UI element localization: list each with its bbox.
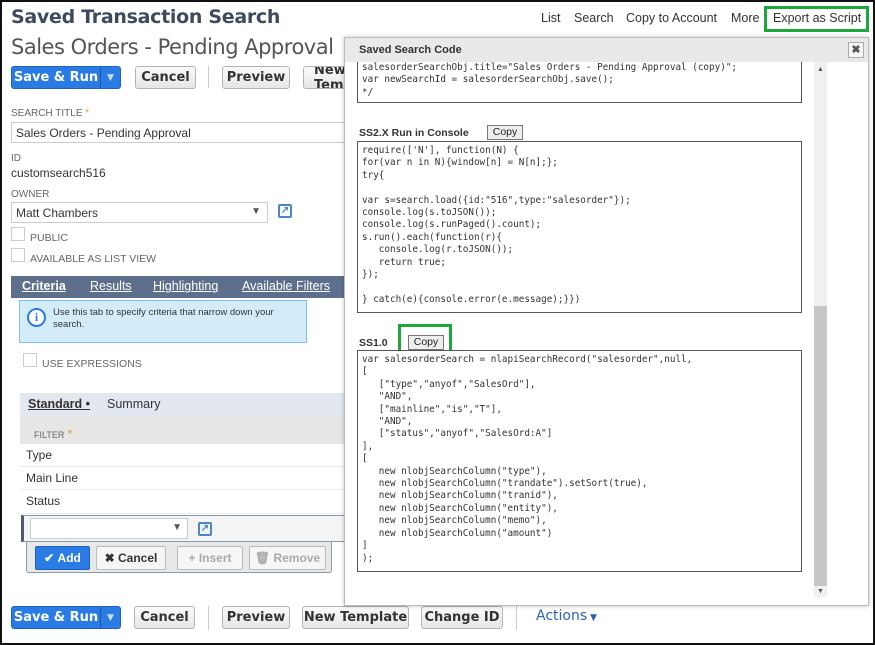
tab-results[interactable]: Results (90, 279, 132, 293)
chevron-down-icon: ▼ (251, 206, 261, 217)
filter-row[interactable]: Type (20, 444, 345, 467)
remove-button[interactable]: 🗑 Remove (249, 546, 326, 570)
search-title-label: SEARCH TITLE * (11, 108, 90, 119)
divider (208, 606, 209, 630)
subtab-standard[interactable]: Standard • (28, 397, 90, 411)
ss2-copy-button[interactable]: Copy (487, 125, 523, 140)
save-run-button-bottom[interactable]: Save & Run ▼ (11, 606, 121, 629)
public-checkbox[interactable] (11, 227, 25, 241)
search-title-input[interactable]: Sales Orders - Pending Approval (11, 122, 351, 143)
check-icon: ✔ (44, 551, 58, 565)
scroll-down-icon[interactable]: ▼ (817, 588, 824, 595)
chevron-down-icon: ▼ (172, 522, 182, 533)
filter-column-header: FILTER * (20, 416, 345, 444)
list-view-checkbox[interactable] (11, 248, 25, 262)
filter-select[interactable]: ▼ (30, 518, 188, 539)
tab-criteria[interactable]: Criteria (22, 279, 66, 293)
actions-menu[interactable]: Actions ▼ (536, 608, 597, 624)
page-type-title: Saved Transaction Search (11, 6, 281, 28)
preview-button[interactable]: Preview (222, 66, 290, 89)
divider (516, 606, 517, 630)
tab-highlighting[interactable]: Highlighting (153, 279, 218, 293)
open-link-icon[interactable]: ↗ (278, 204, 292, 218)
divider (208, 66, 209, 88)
nav-copy-to-account[interactable]: Copy to Account (626, 11, 717, 25)
add-button[interactable]: ✔ Add (35, 546, 90, 570)
owner-select[interactable]: Matt Chambers ▼ (11, 202, 268, 223)
filter-row[interactable]: Main Line (20, 467, 345, 490)
ss1-label: SS1.0 (359, 337, 388, 349)
save-run-button[interactable]: Save & Run ▼ (11, 66, 121, 89)
subtab-summary[interactable]: Summary (107, 397, 160, 411)
tab-available-filters[interactable]: Available Filters (242, 279, 330, 293)
trash-icon: 🗑 (254, 551, 274, 565)
preview-button-bottom[interactable]: Preview (222, 606, 290, 629)
dropdown-arrow-icon[interactable]: ▼ (100, 67, 120, 88)
nav-search[interactable]: Search (574, 11, 614, 25)
use-expressions-label: USE EXPRESSIONS (42, 358, 142, 370)
save-run-label: Save & Run (13, 70, 99, 85)
dropdown-arrow-icon[interactable]: ▼ (100, 607, 120, 628)
plus-icon: + (188, 551, 199, 565)
info-icon: i (27, 308, 46, 327)
new-template-button-bottom[interactable]: New Template (302, 606, 409, 629)
tab-bar: Criteria Results Highlighting Available … (11, 276, 344, 298)
saved-search-code-dialog: Saved Search Code ✖ salesorderSearchObj.t… (344, 37, 869, 606)
ss1-code-box[interactable]: var salesorderSearch = nlapiSearchRecord… (357, 350, 802, 572)
info-message: i Use this tab to specify criteria that n… (19, 300, 307, 343)
id-value: customsearch516 (11, 166, 106, 180)
scrollbar-thumb[interactable] (814, 306, 827, 586)
subtab-bar: Standard • Summary (20, 393, 345, 416)
dialog-header: Saved Search Code ✖ (345, 38, 868, 62)
cancel-row-button[interactable]: ✖ Cancel (96, 546, 166, 570)
cancel-button[interactable]: Cancel (135, 66, 196, 89)
ss2-label: SS2.X Run in Console (359, 127, 469, 139)
public-label: PUBLIC (30, 232, 68, 244)
x-icon: ✖ (104, 551, 119, 565)
scroll-up-icon[interactable]: ▲ (817, 66, 824, 73)
use-expressions-checkbox[interactable] (23, 353, 37, 367)
caret-down-icon: ▼ (587, 613, 597, 623)
close-icon[interactable]: ✖ (848, 42, 864, 58)
owner-value: Matt Chambers (16, 206, 99, 220)
open-link-icon[interactable]: ↗ (198, 522, 212, 536)
highlight-box-export (764, 6, 869, 32)
page-title: Sales Orders - Pending Approval (11, 35, 334, 59)
list-view-label: AVAILABLE AS LIST VIEW (30, 253, 157, 265)
nav-more[interactable]: More (731, 11, 759, 25)
owner-label: OWNER (11, 189, 50, 200)
id-label: ID (11, 153, 21, 164)
code-box-top[interactable]: salesorderSearchObj.title="Sales Orders … (357, 62, 802, 103)
cancel-button-bottom[interactable]: Cancel (134, 606, 195, 629)
dialog-title: Saved Search Code (359, 44, 462, 56)
ss2-code-box[interactable]: require(['N'], function(N) { for(var n i… (357, 141, 802, 313)
nav-list[interactable]: List (541, 11, 560, 25)
change-id-button[interactable]: Change ID (421, 606, 503, 629)
filter-row[interactable]: Status (20, 490, 345, 514)
insert-button[interactable]: + Insert (177, 546, 243, 570)
